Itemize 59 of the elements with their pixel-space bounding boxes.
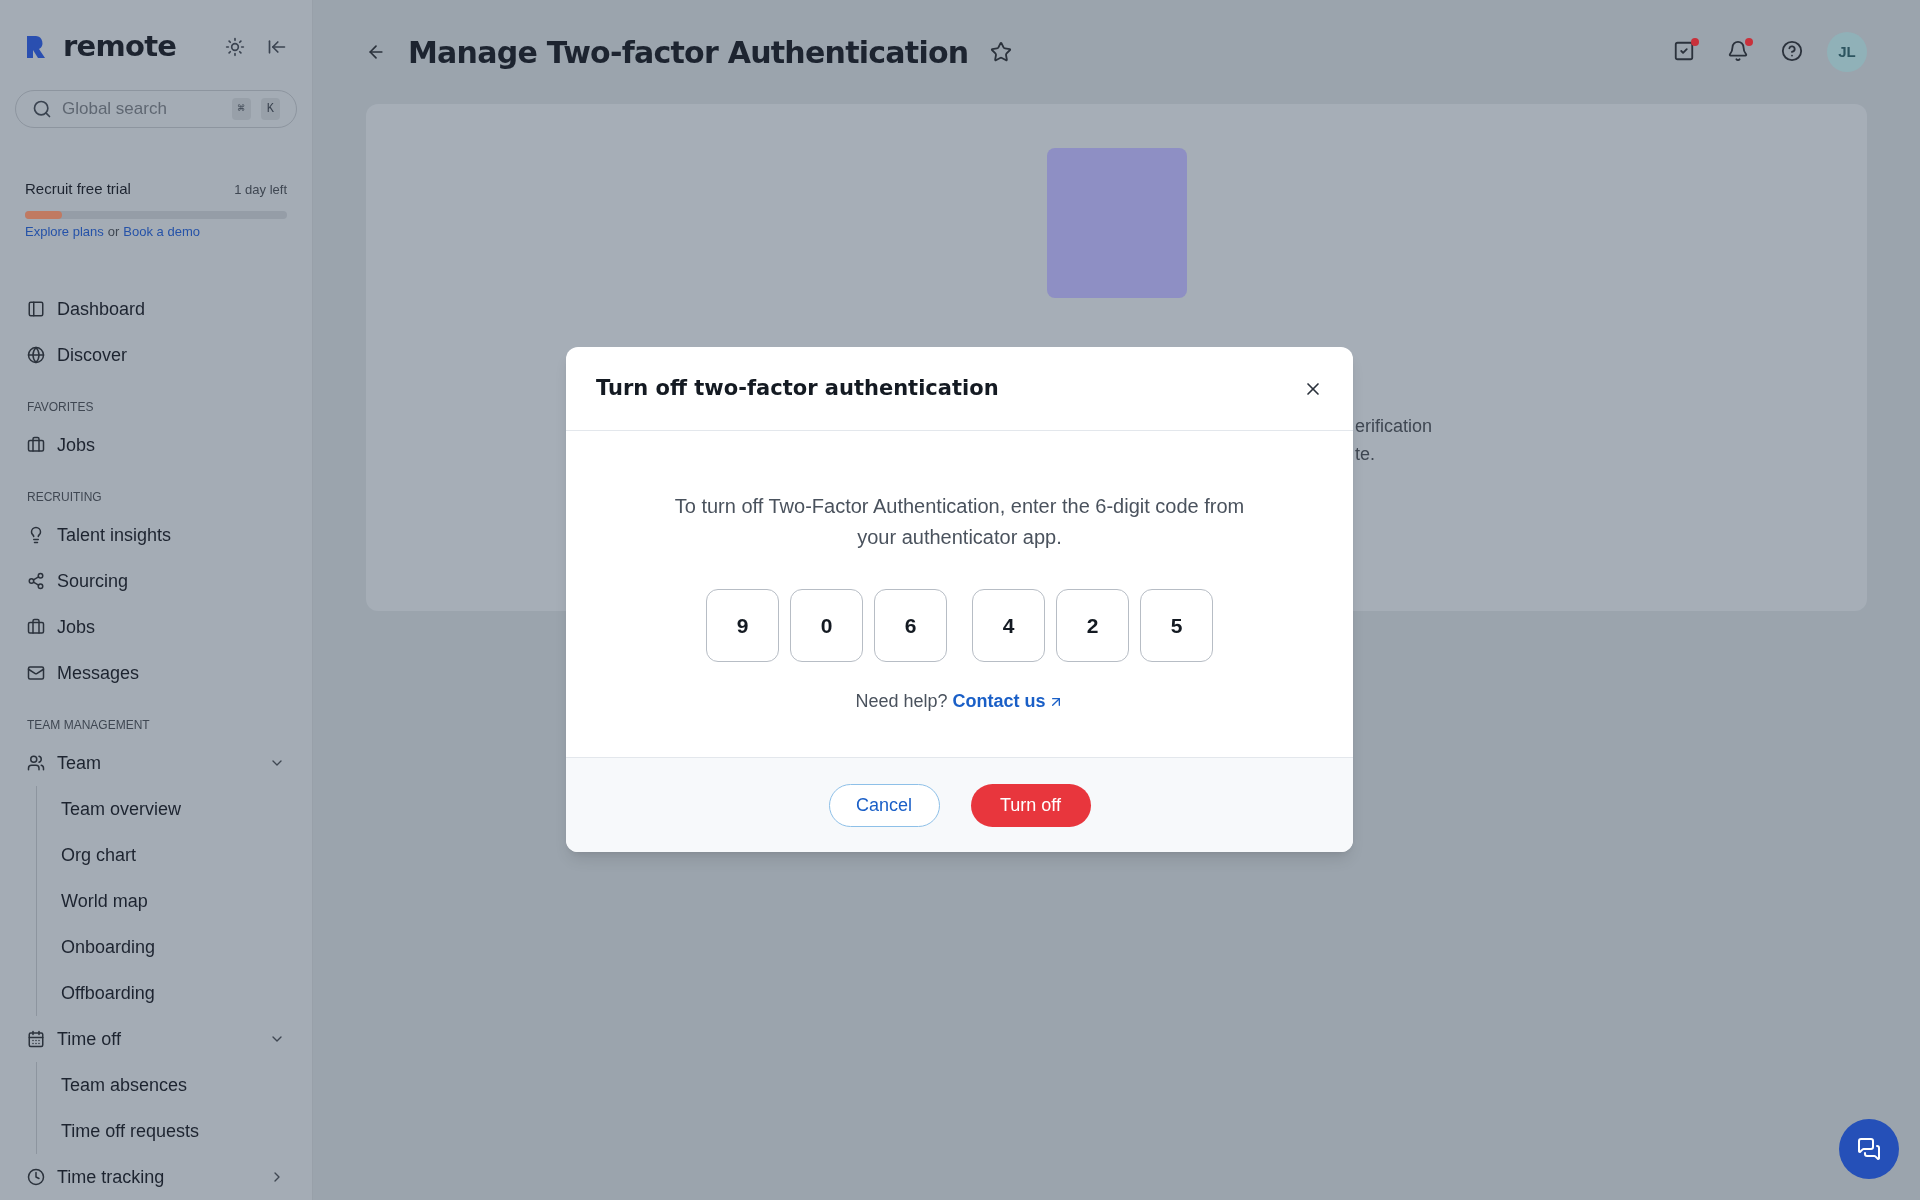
nav-subitem[interactable]: Offboarding xyxy=(37,970,297,1016)
code-digit-field[interactable]: 4 xyxy=(972,589,1045,662)
description-text: erification xyxy=(1355,415,1433,438)
nav-item[interactable]: Team xyxy=(15,740,297,786)
section-heading: TEAM MANAGEMENT xyxy=(26,717,151,734)
nav-item[interactable]: Talent insights xyxy=(15,512,297,558)
globe-icon xyxy=(27,346,45,364)
dialog-title: Turn off two-factor authentication xyxy=(596,374,1000,402)
calendar-icon xyxy=(27,1030,45,1048)
turn-off-button[interactable]: Turn off xyxy=(970,783,1091,827)
nav-item[interactable]: Time tracking xyxy=(15,1154,297,1200)
chat-icon xyxy=(1857,1137,1881,1161)
page-title: Manage Two-factor Authentication xyxy=(408,33,969,72)
section-heading: RECRUITING xyxy=(26,489,103,506)
code-digit-field[interactable]: 5 xyxy=(1140,589,1213,662)
nav-subitem[interactable]: World map xyxy=(37,878,297,924)
panel-icon xyxy=(27,300,45,318)
star-icon[interactable] xyxy=(990,41,1013,63)
people-icon xyxy=(27,754,45,772)
dialog-message: To turn off Two-Factor Authentication, enter the 6-digit code from your authenticator app. xyxy=(674,494,1245,550)
search-icon xyxy=(32,99,52,120)
avatar[interactable]: JL xyxy=(1827,32,1867,72)
contact-us-link[interactable]: Contact us xyxy=(952,688,1064,715)
bell-icon[interactable] xyxy=(1727,40,1751,64)
logo-icon xyxy=(25,34,47,61)
description-text: te. xyxy=(1355,443,1376,466)
nav-subitem[interactable]: Org chart xyxy=(37,832,297,878)
code-digit-field[interactable]: 9 xyxy=(706,589,779,662)
trial-title: Recruit free trial xyxy=(25,179,131,199)
clock-icon xyxy=(27,1168,45,1186)
nav-item[interactable]: Jobs xyxy=(15,422,297,468)
nav-item[interactable]: Discover xyxy=(15,332,297,378)
theme-icon[interactable] xyxy=(225,37,245,58)
nav-item[interactable]: Messages xyxy=(15,650,297,696)
nav-subitem[interactable]: Onboarding xyxy=(37,924,297,970)
help-text: Need help? xyxy=(855,690,948,713)
share-icon xyxy=(27,572,45,590)
shortcut-key: ⌘ xyxy=(231,98,251,121)
section-heading: FAVORITES xyxy=(26,399,95,416)
code-digit-field[interactable]: 0 xyxy=(790,589,863,662)
code-digit-field[interactable]: 2 xyxy=(1056,589,1129,662)
nav-item[interactable]: Dashboard xyxy=(15,286,297,332)
cancel-button[interactable]: Cancel xyxy=(828,783,940,827)
nav-item[interactable]: Jobs xyxy=(15,604,297,650)
search-input[interactable]: Global search xyxy=(62,96,222,122)
nav-subitem[interactable]: Team absences xyxy=(37,1062,297,1108)
briefcase-icon xyxy=(27,618,45,636)
envelope-icon xyxy=(27,664,45,682)
brand-name: remote xyxy=(63,28,177,66)
nav-subitem[interactable]: Time off requests xyxy=(37,1108,297,1154)
code-digit-field[interactable]: 6 xyxy=(874,589,947,662)
nav-item[interactable]: Sourcing xyxy=(15,558,297,604)
nav-item[interactable]: Time off xyxy=(15,1016,297,1062)
nav-subitem[interactable]: Team overview xyxy=(37,786,297,832)
briefcase-icon xyxy=(27,436,45,454)
shortcut-key: K xyxy=(260,98,280,121)
trial-remaining: 1 day left xyxy=(234,181,287,199)
help-icon[interactable] xyxy=(1781,40,1805,64)
or-text: or xyxy=(107,222,120,241)
